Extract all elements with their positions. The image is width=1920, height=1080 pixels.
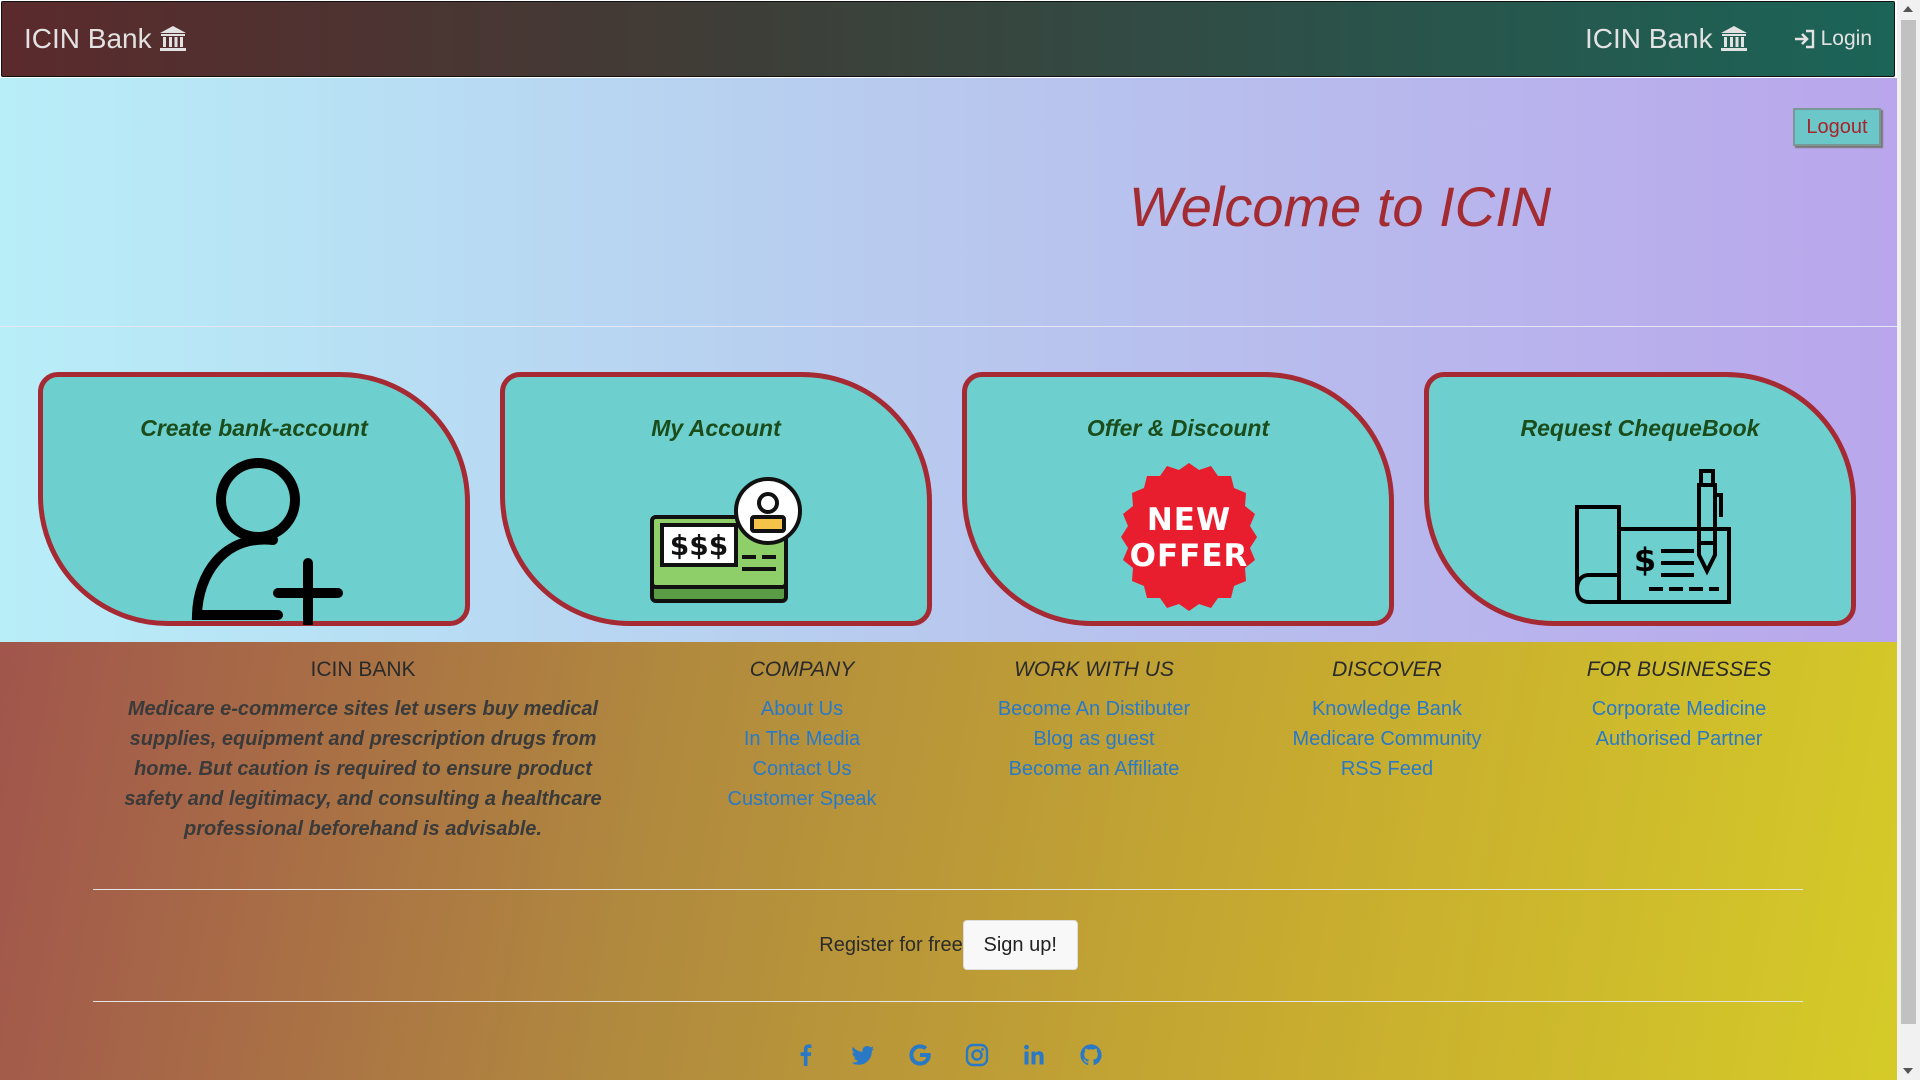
login-label: Login: [1820, 27, 1872, 50]
linkedin-icon[interactable]: [1021, 1042, 1047, 1068]
footer-divider-top: [93, 889, 1803, 890]
twitter-icon[interactable]: [850, 1042, 876, 1068]
navbar: ICIN Bank ICIN Bank Login: [1, 1, 1895, 77]
register-row: Register for free Sign up!: [0, 920, 1897, 970]
footer-work-links: Become An Distibuter Blog as guest Becom…: [964, 694, 1224, 784]
social-links: [0, 1042, 1897, 1068]
instagram-icon[interactable]: [964, 1042, 990, 1068]
card-title: Offer & Discount: [1086, 415, 1270, 441]
welcome-heading: Welcome to ICIN: [1128, 175, 1552, 238]
logout-button[interactable]: Logout: [1793, 108, 1881, 146]
card-title: My Account: [651, 415, 781, 441]
footer-discover-title: DISCOVER: [1332, 658, 1442, 681]
footer-link-medicare-community[interactable]: Medicare Community: [1257, 724, 1517, 754]
facebook-icon[interactable]: [793, 1042, 819, 1068]
account-cheque-icon: $$$: [650, 477, 802, 603]
footer-link-contact-us[interactable]: Contact Us: [672, 754, 932, 784]
login-link[interactable]: Login: [1793, 27, 1872, 51]
brand-text: ICIN Bank: [24, 23, 152, 54]
footer-link-customer-speak[interactable]: Customer Speak: [672, 784, 932, 814]
svg-text:$$$: $$$: [670, 529, 728, 562]
offer-badge-line1: NEW: [1146, 502, 1232, 538]
bank-icon: [158, 25, 188, 53]
card-my-account[interactable]: My Account $$$: [500, 372, 932, 626]
footer-work-title: WORK WITH US: [1014, 658, 1174, 681]
footer-link-blog-as-guest[interactable]: Blog as guest: [964, 724, 1224, 754]
add-user-icon: [191, 458, 343, 625]
footer-link-rss-feed[interactable]: RSS Feed: [1257, 754, 1517, 784]
scroll-up-arrow-icon[interactable]: [1903, 6, 1913, 12]
footer-business-title: FOR BUSINESSES: [1586, 658, 1772, 681]
page-scrollbar[interactable]: [1897, 0, 1920, 1080]
footer-link-in-the-media[interactable]: In The Media: [672, 724, 932, 754]
footer-link-corporate-medicine[interactable]: Corporate Medicine: [1549, 694, 1809, 724]
hero-section: Logout Welcome to ICIN Create bank-accou…: [0, 78, 1897, 642]
footer-link-become-distributer[interactable]: Become An Distibuter: [964, 694, 1224, 724]
footer-link-authorised-partner[interactable]: Authorised Partner: [1549, 724, 1809, 754]
brand-right[interactable]: ICIN Bank: [1585, 23, 1749, 55]
footer-link-become-affiliate[interactable]: Become an Affiliate: [964, 754, 1224, 784]
scroll-down-arrow-icon[interactable]: [1903, 1068, 1913, 1074]
footer-company-links: About Us In The Media Contact Us Custome…: [672, 694, 932, 814]
github-icon[interactable]: [1078, 1042, 1104, 1068]
footer-link-knowledge-bank[interactable]: Knowledge Bank: [1257, 694, 1517, 724]
footer-divider-bottom: [93, 1001, 1803, 1002]
google-icon[interactable]: [907, 1042, 933, 1068]
nav-right: ICIN Bank Login: [1585, 23, 1872, 55]
footer-discover-links: Knowledge Bank Medicare Community RSS Fe…: [1257, 694, 1517, 784]
card-title: Create bank-account: [140, 415, 368, 441]
chequebook-pen-icon: $: [1575, 469, 1731, 604]
sign-in-icon: [1793, 28, 1817, 50]
card-create-bank-account[interactable]: Create bank-account: [38, 372, 470, 626]
brand-right-text: ICIN Bank: [1585, 23, 1713, 54]
card-offer-discount[interactable]: Offer & Discount NEW OFFER: [962, 372, 1394, 626]
footer-link-about-us[interactable]: About Us: [672, 694, 932, 724]
card-title: Request ChequeBook: [1520, 415, 1760, 441]
footer-about-text: Medicare e-commerce sites let users buy …: [124, 698, 602, 840]
footer-company-title: COMPANY: [749, 658, 855, 681]
svg-text:$: $: [1634, 541, 1656, 579]
offer-badge-line2: OFFER: [1129, 538, 1249, 574]
scroll-thumb[interactable]: [1901, 20, 1916, 1024]
brand-left[interactable]: ICIN Bank: [24, 23, 188, 55]
bank-icon: [1719, 25, 1749, 53]
footer-about-title: ICIN BANK: [310, 658, 416, 681]
footer: ICIN BANK Medicare e-commerce sites let …: [0, 642, 1897, 1080]
divider: [0, 326, 1897, 327]
footer-business-links: Corporate Medicine Authorised Partner: [1549, 694, 1809, 754]
signup-button[interactable]: Sign up!: [962, 920, 1078, 970]
register-text: Register for free: [819, 933, 963, 956]
card-request-chequebook[interactable]: Request ChequeBook $: [1424, 372, 1856, 626]
